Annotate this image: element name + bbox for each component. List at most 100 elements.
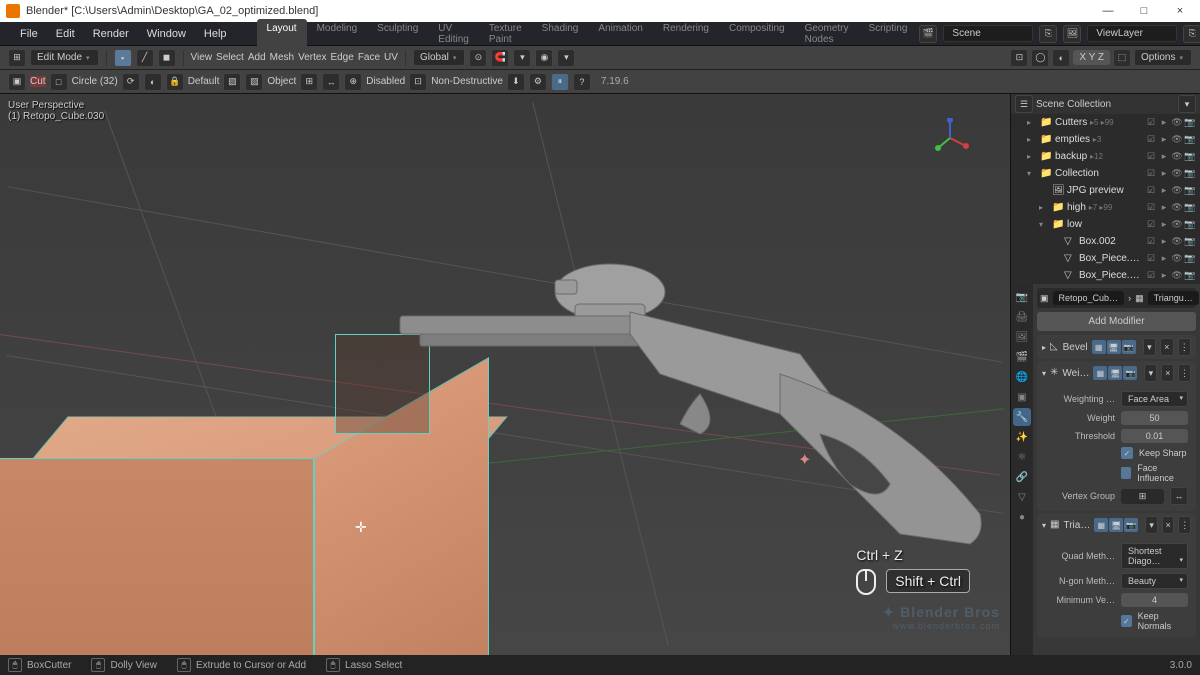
ptab-constraint-icon[interactable]: 🔗 xyxy=(1013,468,1031,486)
mod-close-icon[interactable]: × xyxy=(1160,338,1173,356)
toggle-render-icon[interactable]: 📷 xyxy=(1184,253,1196,264)
mod-extras-icon[interactable]: ▾ xyxy=(1143,338,1156,356)
toggle-render-icon[interactable]: 📷 xyxy=(1184,236,1196,247)
object-dropdown[interactable]: Object xyxy=(267,76,296,87)
toggle-checkbox-icon[interactable]: ☑ xyxy=(1145,168,1157,179)
prop-value[interactable]: 0.01 xyxy=(1121,429,1188,443)
bc-gear-icon[interactable]: ⚙ xyxy=(529,73,547,91)
ptab-material-icon[interactable]: ● xyxy=(1013,508,1031,526)
menu-file[interactable]: File xyxy=(12,25,46,43)
disclosure-icon[interactable]: ▾ xyxy=(1039,220,1049,229)
toggle-select-icon[interactable]: ▸ xyxy=(1158,117,1170,128)
ptab-output-icon[interactable]: 🖨 xyxy=(1013,308,1031,326)
ptab-physics-icon[interactable]: ⚛ xyxy=(1013,448,1031,466)
bc-lock-icon[interactable]: 🔒 xyxy=(166,73,184,91)
workspace-tab-texture-paint[interactable]: Texture Paint xyxy=(479,19,532,49)
cutter-shape[interactable] xyxy=(335,334,430,434)
mod-extras-icon[interactable]: ▾ xyxy=(1145,516,1158,534)
toggle-render-icon[interactable]: 📷 xyxy=(1184,270,1196,281)
shading-wire-icon[interactable]: ⬚ xyxy=(1113,49,1131,67)
disclosure-icon[interactable]: ▸ xyxy=(1039,203,1049,212)
ptab-object-icon[interactable]: ▣ xyxy=(1013,388,1031,406)
toggle-checkbox-icon[interactable]: ☑ xyxy=(1145,185,1157,196)
nondest-dropdown[interactable]: Non-Destructive xyxy=(431,76,503,87)
toggle-checkbox-icon[interactable]: ☑ xyxy=(1145,151,1157,162)
edge-menu[interactable]: Edge xyxy=(330,52,353,63)
prop-dropdown[interactable]: Face Area xyxy=(1121,391,1188,407)
viewlayer-browse-icon[interactable]: 🖼 xyxy=(1063,25,1081,43)
outliner-type-icon[interactable]: ☰ xyxy=(1015,95,1033,113)
modifier-header[interactable]: ▾✳Wei…▦🖥📷▾×⋮ xyxy=(1037,361,1196,385)
toggle-checkbox-icon[interactable]: ☑ xyxy=(1145,117,1157,128)
outliner-item[interactable]: ▸📁empties ▸3☑▸👁📷 xyxy=(1011,131,1200,148)
bc-d-icon[interactable]: ▨ xyxy=(245,73,263,91)
properties-tabstrip[interactable]: 📷 🖨 🖼 🎬 🌐 ▣ 🔧 ✨ ⚛ 🔗 ▽ ● xyxy=(1011,284,1033,655)
mod-apply-icon[interactable]: ⋮ xyxy=(1178,516,1191,534)
properties-breadcrumb[interactable]: ▣Retopo_Cub… ›▦Triangu… xyxy=(1037,288,1196,308)
viewlayer-name-field[interactable]: ViewLayer xyxy=(1087,25,1177,42)
mode-dropdown[interactable]: Edit Mode xyxy=(30,49,99,66)
workspace-tab-layout[interactable]: Layout xyxy=(257,19,307,49)
ptab-particle-icon[interactable]: ✨ xyxy=(1013,428,1031,446)
toggle-select-icon[interactable]: ▸ xyxy=(1158,219,1170,230)
ptab-scene-icon[interactable]: 🎬 xyxy=(1013,348,1031,366)
minimize-button[interactable]: — xyxy=(1094,5,1122,17)
default-dropdown[interactable]: Default xyxy=(188,76,220,87)
mod-display-realtime-icon[interactable]: 🖥 xyxy=(1109,518,1123,532)
menu-edit[interactable]: Edit xyxy=(48,25,83,43)
toggle-select-icon[interactable]: ▸ xyxy=(1158,253,1170,264)
workspace-tab-shading[interactable]: Shading xyxy=(532,19,589,49)
overlay-icon[interactable]: ◐ xyxy=(1052,49,1070,67)
outliner-root[interactable]: Scene Collection xyxy=(1036,99,1175,110)
toggle-eye-icon[interactable]: 👁 xyxy=(1171,219,1183,230)
axis-gizmo[interactable] xyxy=(930,118,970,158)
workspace-tab-sculpting[interactable]: Sculpting xyxy=(367,19,428,49)
mod-extras-icon[interactable]: ▾ xyxy=(1144,364,1157,382)
disclosure-icon[interactable]: ▸ xyxy=(1042,343,1046,352)
toggle-eye-icon[interactable]: 👁 xyxy=(1171,134,1183,145)
scene-browse-icon[interactable]: 🎬 xyxy=(919,25,937,43)
toggle-eye-icon[interactable]: 👁 xyxy=(1171,236,1183,247)
viewlayer-new-icon[interactable]: ⎘ xyxy=(1183,25,1200,43)
outliner-item[interactable]: ▽Box_Piece.002_Pl…☑▸👁📷 xyxy=(1011,250,1200,267)
disclosure-icon[interactable]: ▾ xyxy=(1042,369,1046,378)
toggle-checkbox-icon[interactable]: ☑ xyxy=(1145,236,1157,247)
ptab-world-icon[interactable]: 🌐 xyxy=(1013,368,1031,386)
prop-value[interactable]: 50 xyxy=(1121,411,1188,425)
toggle-select-icon[interactable]: ▸ xyxy=(1158,270,1170,281)
bc-g-icon[interactable]: ⊕ xyxy=(344,73,362,91)
workspace-tab-uv-editing[interactable]: UV Editing xyxy=(428,19,479,49)
toggle-render-icon[interactable]: 📷 xyxy=(1184,151,1196,162)
menu-render[interactable]: Render xyxy=(85,25,137,43)
modifier-name[interactable]: Bevel xyxy=(1063,342,1088,353)
disclosure-icon[interactable]: ▸ xyxy=(1027,152,1037,161)
modifier-header[interactable]: ▾▦Tria…▦🖥📷▾×⋮ xyxy=(1037,513,1196,537)
mod-display-edit-icon[interactable]: ▦ xyxy=(1094,518,1108,532)
uv-menu[interactable]: UV xyxy=(384,52,398,63)
outliner-item[interactable]: ▽Box_Piece.013☑▸👁📷 xyxy=(1011,267,1200,284)
select-menu[interactable]: Select xyxy=(216,52,244,63)
mesh-menu[interactable]: Mesh xyxy=(270,52,294,63)
face-select-icon[interactable]: ◼ xyxy=(158,49,176,67)
orientation-dropdown[interactable]: Global xyxy=(413,49,465,66)
shape-box-icon[interactable]: □ xyxy=(50,73,68,91)
snap-toggle-icon[interactable]: 🧲 xyxy=(491,49,509,67)
toggle-select-icon[interactable]: ▸ xyxy=(1158,202,1170,213)
modifier-name[interactable]: Wei… xyxy=(1062,368,1089,379)
mod-display-realtime-icon[interactable]: 🖥 xyxy=(1107,340,1121,354)
mod-display-render-icon[interactable]: 📷 xyxy=(1124,518,1138,532)
scene-new-icon[interactable]: ⎘ xyxy=(1039,25,1057,43)
toggle-select-icon[interactable]: ▸ xyxy=(1158,185,1170,196)
toggle-eye-icon[interactable]: 👁 xyxy=(1171,202,1183,213)
disclosure-icon[interactable]: ▾ xyxy=(1027,169,1037,178)
mod-display-render-icon[interactable]: 📷 xyxy=(1123,366,1137,380)
close-button[interactable]: × xyxy=(1166,5,1194,17)
toggle-eye-icon[interactable]: 👁 xyxy=(1171,185,1183,196)
toggle-render-icon[interactable]: 📷 xyxy=(1184,219,1196,230)
vgroup-field[interactable]: ⊞ xyxy=(1121,489,1164,504)
workspace-tab-compositing[interactable]: Compositing xyxy=(719,19,795,49)
workspace-tab-animation[interactable]: Animation xyxy=(588,19,652,49)
prop-dropdown[interactable]: Beauty xyxy=(1121,573,1188,589)
propedit-icon[interactable]: ◉ xyxy=(535,49,553,67)
cut-dropdown[interactable]: Cut xyxy=(30,76,46,87)
